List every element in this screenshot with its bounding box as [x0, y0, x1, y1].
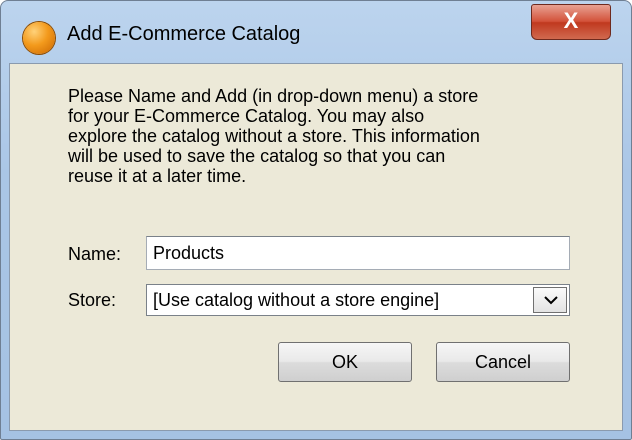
window-title: Add E-Commerce Catalog [67, 23, 301, 45]
cancel-button[interactable]: Cancel [436, 342, 570, 382]
message-line: will be used to save the catalog so that… [68, 146, 446, 166]
message-line: Please Name and Add (in drop-down menu) … [68, 86, 479, 106]
chevron-down-icon [544, 296, 558, 305]
name-input[interactable] [146, 236, 570, 270]
store-label: Store: [68, 290, 117, 310]
dialog-body: Please Name and Add (in drop-down menu) … [9, 63, 623, 431]
instruction-message: Please Name and Add (in drop-down menu) … [68, 86, 588, 186]
store-dropdown[interactable]: [Use catalog without a store engine] [146, 284, 570, 316]
name-label: Name: [68, 244, 122, 264]
orange-orb-icon [23, 22, 55, 54]
close-button[interactable]: X [531, 4, 611, 40]
title-bar[interactable]: Add E-Commerce Catalog X [1, 1, 631, 63]
message-line: explore the catalog without a store. Thi… [68, 126, 480, 146]
message-line: for your E-Commerce Catalog. You may als… [68, 106, 425, 126]
dropdown-arrow-button[interactable] [533, 287, 567, 313]
store-selected-value: [Use catalog without a store engine] [153, 290, 440, 310]
dialog-window: Add E-Commerce Catalog X Please Name and… [0, 0, 632, 440]
message-line: reuse it at a later time. [68, 166, 247, 186]
ok-button[interactable]: OK [278, 342, 412, 382]
